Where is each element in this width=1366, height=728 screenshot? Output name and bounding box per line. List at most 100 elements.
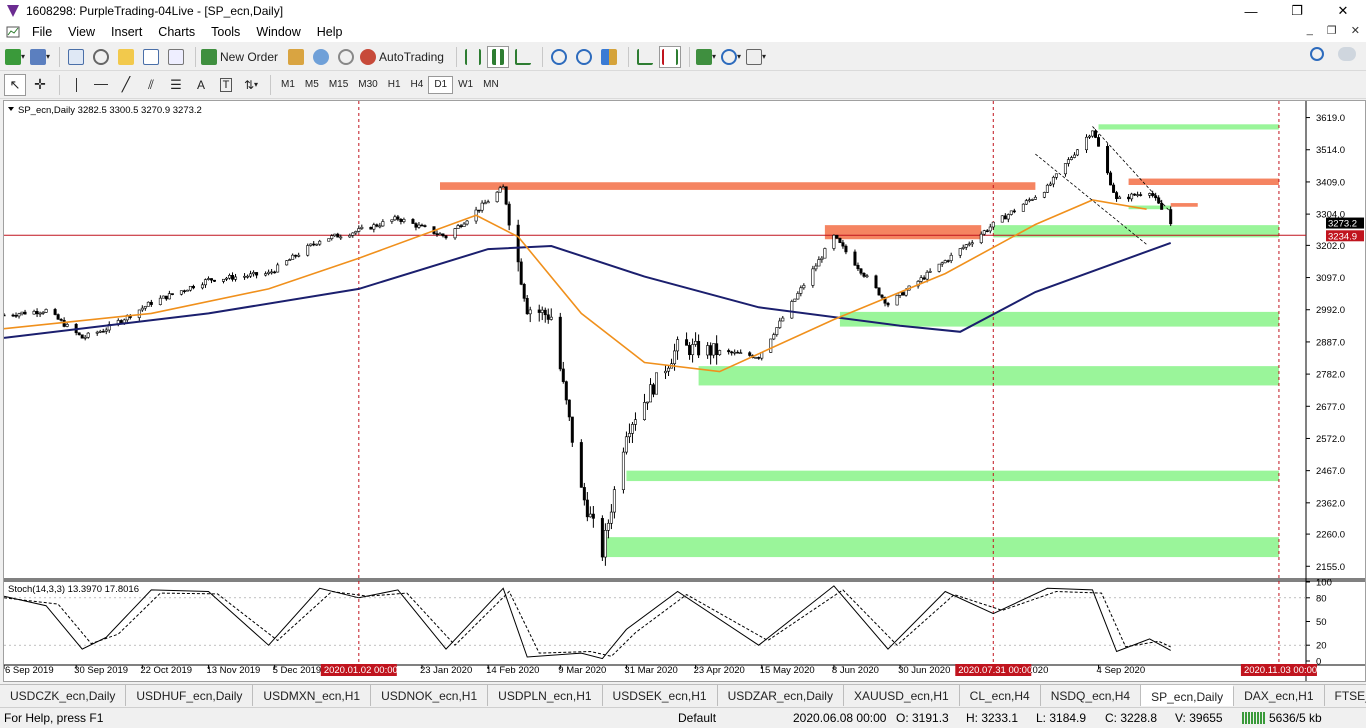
- market-watch-button[interactable]: [65, 46, 87, 68]
- menu-tools[interactable]: Tools: [203, 25, 248, 39]
- tab-sp[interactable]: SP_ecn,Daily: [1141, 685, 1235, 706]
- candle-body: [958, 248, 962, 256]
- menu-window[interactable]: Window: [248, 25, 308, 39]
- tab-nsdq[interactable]: NSDQ_ecn,H4: [1041, 685, 1142, 706]
- tab-cl[interactable]: CL_ecn,H4: [960, 685, 1041, 706]
- candle-body: [943, 260, 947, 264]
- price-chart[interactable]: SP_ecn,Daily 3282.5 3300.5 3270.9 3273.2…: [2, 101, 1365, 681]
- tf-h1[interactable]: H1: [383, 76, 406, 94]
- zoom-in-button[interactable]: [548, 46, 570, 68]
- new-chart-button[interactable]: ▾: [4, 46, 26, 68]
- periods-button[interactable]: ▾: [720, 46, 742, 68]
- tile-windows-button[interactable]: [598, 46, 620, 68]
- chart-shift-button[interactable]: [658, 45, 681, 68]
- trendline-button[interactable]: ╱: [115, 74, 137, 96]
- menu-help[interactable]: Help: [309, 25, 351, 39]
- tf-w1[interactable]: W1: [453, 76, 478, 94]
- tf-m30[interactable]: M30: [353, 76, 382, 94]
- menu-view[interactable]: View: [60, 25, 103, 39]
- new-order-button[interactable]: New Order: [201, 46, 282, 68]
- templates-button[interactable]: ▾: [745, 46, 767, 68]
- menu-charts[interactable]: Charts: [150, 25, 203, 39]
- mdi-close-button[interactable]: ✕: [1351, 24, 1360, 37]
- tf-mn[interactable]: MN: [478, 76, 504, 94]
- candle-body: [688, 345, 692, 356]
- tab-dax[interactable]: DAX_ecn,H1: [1234, 685, 1325, 706]
- market-button[interactable]: [335, 46, 357, 68]
- tab-usdsek[interactable]: USDSEK_ecn,H1: [603, 685, 718, 706]
- profiles-button[interactable]: ▾: [29, 46, 51, 68]
- search-icon[interactable]: [1310, 47, 1324, 61]
- navigator-button[interactable]: [115, 46, 137, 68]
- experts-button[interactable]: [285, 46, 307, 68]
- candlestick-button[interactable]: [486, 45, 509, 68]
- signals-button[interactable]: [310, 46, 332, 68]
- data-window-button[interactable]: [90, 46, 112, 68]
- horizontal-line-button[interactable]: [90, 74, 112, 96]
- candle-body: [393, 216, 397, 221]
- stoch-tick-label: 100: [1316, 578, 1332, 589]
- time-tick-label: 4 Sep 2020: [1097, 665, 1146, 676]
- candle-body: [101, 331, 105, 333]
- auto-scroll-button[interactable]: [634, 46, 656, 68]
- candle-body: [778, 320, 782, 328]
- candle-body: [185, 289, 189, 292]
- status-help: For Help, press F1: [4, 711, 104, 725]
- tab-usdhuf[interactable]: USDHUF_ecn,Daily: [126, 685, 254, 706]
- tab-usdzar[interactable]: USDZAR_ecn,Daily: [718, 685, 844, 706]
- maximize-button[interactable]: ❐: [1274, 0, 1320, 22]
- mdi-restore-button[interactable]: ❐: [1327, 24, 1337, 37]
- indicators-button[interactable]: ▾: [695, 46, 717, 68]
- status-profile[interactable]: Default: [678, 711, 716, 725]
- candle-body: [1118, 196, 1122, 200]
- chart-window[interactable]: SP_ecn,Daily 3282.5 3300.5 3270.9 3273.2…: [2, 100, 1366, 682]
- bar-chart-button[interactable]: [462, 46, 484, 68]
- tab-xauusd[interactable]: XAUUSD_ecn,H1: [844, 685, 960, 706]
- tab-usdnok[interactable]: USDNOK_ecn,H1: [371, 685, 489, 706]
- mdi-minimize-button[interactable]: _: [1307, 24, 1313, 37]
- tab-usdpln[interactable]: USDPLN_ecn,H1: [488, 685, 603, 706]
- channel-button[interactable]: ⫽: [140, 74, 162, 96]
- menu-file[interactable]: File: [24, 25, 60, 39]
- candle-body: [624, 436, 628, 453]
- candle-body: [1063, 163, 1067, 175]
- chat-icon[interactable]: [1338, 47, 1356, 61]
- tester-button[interactable]: [165, 46, 187, 68]
- time-tick-label: 23 Jan 2020: [420, 665, 472, 676]
- time-tick-label: 30 Jun 2020: [898, 665, 950, 676]
- candle-body: [420, 224, 424, 227]
- autotrading-button[interactable]: AutoTrading: [360, 46, 448, 68]
- text-button[interactable]: A: [190, 74, 212, 96]
- tf-m15[interactable]: M15: [324, 76, 353, 94]
- candle-body: [901, 292, 905, 296]
- candle-body: [1021, 203, 1025, 212]
- tf-m1[interactable]: M1: [276, 76, 300, 94]
- chart-window-icon[interactable]: [6, 25, 20, 39]
- candle-body: [709, 345, 713, 356]
- tf-d1[interactable]: D1: [428, 75, 454, 94]
- candle-body: [1091, 130, 1095, 137]
- crosshair-button[interactable]: ✛: [29, 74, 51, 96]
- candle-body: [423, 225, 427, 227]
- tab-usdczk[interactable]: USDCZK_ecn,Daily: [0, 685, 127, 706]
- menu-insert[interactable]: Insert: [103, 25, 150, 39]
- tab-usdmxn[interactable]: USDMXN_ecn,H1: [253, 685, 372, 706]
- minimize-button[interactable]: —: [1228, 0, 1274, 22]
- fibonacci-button[interactable]: ☰: [165, 74, 187, 96]
- candle-body: [32, 311, 36, 315]
- tf-h4[interactable]: H4: [406, 76, 429, 94]
- close-button[interactable]: ✕: [1320, 0, 1366, 22]
- candle-body: [739, 352, 743, 354]
- tab-ftse[interactable]: FTSE_ecn,D: [1325, 685, 1366, 706]
- terminal-button[interactable]: [140, 46, 162, 68]
- status-close: C: 3228.8: [1105, 711, 1158, 725]
- candle-body: [402, 219, 406, 222]
- cursor-button[interactable]: ↖: [4, 73, 26, 96]
- vertical-line-button[interactable]: [65, 74, 87, 96]
- text-label-button[interactable]: T: [215, 74, 237, 96]
- zoom-out-button[interactable]: [573, 46, 595, 68]
- arrows-button[interactable]: ⇅ ▾: [240, 74, 262, 96]
- tf-m5[interactable]: M5: [300, 76, 324, 94]
- candle-body: [546, 314, 550, 320]
- line-chart-button[interactable]: [512, 46, 534, 68]
